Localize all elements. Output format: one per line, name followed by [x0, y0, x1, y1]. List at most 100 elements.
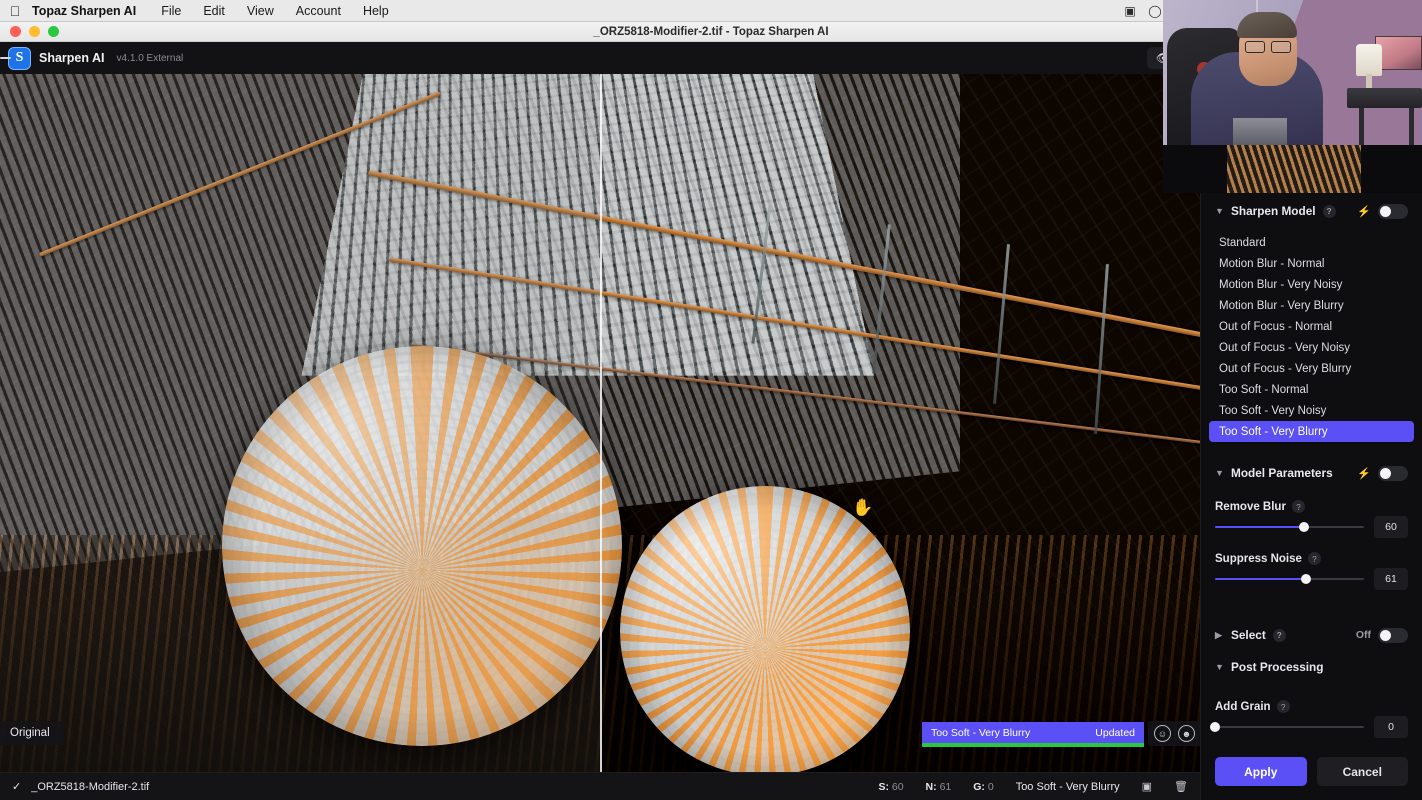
select-controls: Off: [1356, 627, 1408, 643]
webcam-person-hair: [1237, 12, 1297, 38]
sharpen-model-options-list: Standard Motion Blur - Normal Motion Blu…: [1201, 226, 1422, 446]
remove-blur-control: 60: [1215, 516, 1408, 538]
param-remove-blur: Remove Blur ? 60: [1201, 496, 1422, 540]
sharpen-model-auto-toggle[interactable]: [1378, 203, 1408, 219]
stat-noise: N: 61: [926, 781, 952, 793]
slider-fill: [1215, 578, 1306, 580]
chevron-right-icon[interactable]: ▶: [1215, 630, 1224, 641]
add-grain-control: 0: [1210, 716, 1408, 738]
remove-blur-slider[interactable]: [1215, 520, 1364, 534]
menu-file[interactable]: File: [150, 0, 192, 22]
compare-video-icon[interactable]: ▣: [1142, 780, 1152, 793]
question-mark-icon[interactable]: ?: [1322, 204, 1336, 218]
section-post-processing: ▼ Post Processing: [1201, 652, 1422, 682]
stat-grain-key: G:: [973, 780, 985, 793]
menu-account[interactable]: Account: [285, 0, 352, 22]
stat-sharpen: S: 60: [878, 781, 903, 793]
sidebar-preview-thumbnail[interactable]: [1227, 145, 1361, 193]
app-root:  Topaz Sharpen AI File Edit View Accoun…: [0, 0, 1422, 800]
model-parameters-auto-toggle[interactable]: [1378, 465, 1408, 481]
app-title: Sharpen AI: [39, 51, 105, 65]
question-mark-icon[interactable]: ?: [1307, 552, 1321, 565]
suppress-noise-label: Suppress Noise: [1215, 552, 1302, 565]
apple-icon[interactable]: : [0, 0, 30, 22]
slider-handle[interactable]: [1210, 722, 1220, 732]
bottom-status-bar: ✓ _ORZ5818-Modifier-2.tif S: 60 N: 61 G:…: [0, 772, 1200, 800]
chevron-down-icon[interactable]: ▼: [1215, 206, 1224, 216]
slider-handle[interactable]: [1300, 574, 1311, 584]
question-mark-icon[interactable]: ?: [1291, 500, 1305, 513]
select-header[interactable]: ▶ Select ? Off: [1215, 620, 1408, 650]
model-option-motion-blur-very-noisy[interactable]: Motion Blur - Very Noisy: [1209, 274, 1414, 295]
suppress-noise-label-row: Suppress Noise ?: [1215, 552, 1408, 565]
cancel-button[interactable]: Cancel: [1316, 757, 1408, 786]
bottom-filename: _ORZ5818-Modifier-2.tif: [31, 780, 150, 793]
apply-button[interactable]: Apply: [1215, 757, 1307, 786]
webcam-shirt-graphic: [1233, 118, 1287, 145]
webcam-lamp: [1356, 44, 1382, 76]
model-option-too-soft-very-noisy[interactable]: Too Soft - Very Noisy: [1209, 400, 1414, 421]
model-option-motion-blur-normal[interactable]: Motion Blur - Normal: [1209, 253, 1414, 274]
stat-noise-key: N:: [925, 780, 937, 793]
model-parameters-header[interactable]: ▼ Model Parameters ⚡: [1215, 458, 1408, 488]
select-toggle[interactable]: [1378, 627, 1408, 643]
add-grain-label-row: Add Grain ?: [1215, 700, 1408, 713]
slider-handle[interactable]: [1299, 522, 1310, 532]
select-title: Select: [1231, 628, 1266, 642]
model-option-out-of-focus-normal[interactable]: Out of Focus - Normal: [1209, 316, 1414, 337]
model-option-out-of-focus-very-blurry[interactable]: Out of Focus - Very Blurry: [1209, 358, 1414, 379]
feedback-buttons: ☺ ☻: [1148, 721, 1200, 746]
image-preview-canvas[interactable]: ✋ Original Too Soft - Very Blurry Update…: [0, 74, 1200, 772]
question-mark-icon[interactable]: ?: [1272, 628, 1286, 642]
section-sharpen-model: ▼ Sharpen Model ? ⚡: [1201, 196, 1422, 226]
model-option-out-of-focus-very-noisy[interactable]: Out of Focus - Very Noisy: [1209, 337, 1414, 358]
processing-banner: Too Soft - Very Blurry Updated: [922, 722, 1144, 743]
screenshot-icon[interactable]: ▣: [1119, 0, 1141, 22]
remove-blur-value[interactable]: 60: [1374, 516, 1408, 538]
toggle-knob: [1380, 467, 1391, 479]
add-grain-value[interactable]: 0: [1374, 716, 1408, 738]
trash-icon[interactable]: 🗑: [1174, 780, 1188, 793]
toggle-knob: [1380, 205, 1391, 217]
question-mark-icon[interactable]: ?: [1276, 700, 1290, 713]
bottom-model-name: Too Soft - Very Blurry: [1015, 780, 1120, 793]
slider-track: [1215, 726, 1364, 728]
model-parameters-controls: ⚡: [1357, 465, 1408, 481]
model-option-standard[interactable]: Standard: [1209, 232, 1414, 253]
param-suppress-noise: Suppress Noise ? 61: [1201, 548, 1422, 592]
add-grain-slider[interactable]: [1210, 720, 1364, 734]
thumbs-up-face-icon[interactable]: ☺: [1154, 725, 1171, 742]
chevron-down-icon[interactable]: ▼: [1215, 662, 1224, 672]
sharpen-model-header[interactable]: ▼ Sharpen Model ? ⚡: [1215, 196, 1408, 226]
sharpen-model-controls: ⚡: [1357, 203, 1408, 219]
webcam-desk-leg: [1359, 108, 1364, 145]
model-option-too-soft-very-blurry[interactable]: Too Soft - Very Blurry: [1209, 421, 1414, 442]
menu-edit[interactable]: Edit: [192, 0, 236, 22]
slider-fill: [1215, 526, 1305, 528]
neutral-face-icon[interactable]: ☻: [1178, 725, 1195, 742]
model-option-motion-blur-very-blurry[interactable]: Motion Blur - Very Blurry: [1209, 295, 1414, 316]
suppress-noise-slider[interactable]: [1215, 572, 1364, 586]
post-processing-header[interactable]: ▼ Post Processing: [1215, 652, 1408, 682]
app-logo-area: S Sharpen AI v4.1.0 External: [0, 46, 183, 70]
webcam-overlay[interactable]: [1163, 0, 1422, 145]
lensball-small: [620, 486, 910, 772]
chevron-down-icon[interactable]: ▼: [1215, 468, 1224, 478]
suppress-noise-value[interactable]: 61: [1374, 568, 1408, 590]
banner-state-label: Updated: [1095, 726, 1135, 739]
square-fill-icon: [0, 57, 11, 59]
toggle-knob: [1380, 629, 1391, 641]
sharpen-model-title: Sharpen Model: [1231, 204, 1316, 218]
bottom-right-group: S: 60 N: 61 G: 0 Too Soft - Very Blurry …: [878, 780, 1200, 794]
split-view-divider[interactable]: [600, 74, 602, 772]
checkmark-icon[interactable]: ✓: [0, 780, 31, 793]
stat-noise-value: 61: [939, 780, 952, 793]
menu-view[interactable]: View: [236, 0, 285, 22]
model-option-too-soft-normal[interactable]: Too Soft - Normal: [1209, 379, 1414, 400]
lightning-bolt-icon[interactable]: ⚡: [1357, 467, 1371, 480]
menubar-app-name[interactable]: Topaz Sharpen AI: [30, 4, 150, 18]
add-grain-label: Add Grain: [1215, 700, 1271, 713]
menu-help[interactable]: Help: [352, 0, 400, 22]
webcam-person-glasses: [1245, 41, 1297, 53]
lightning-bolt-icon[interactable]: ⚡: [1357, 205, 1371, 218]
